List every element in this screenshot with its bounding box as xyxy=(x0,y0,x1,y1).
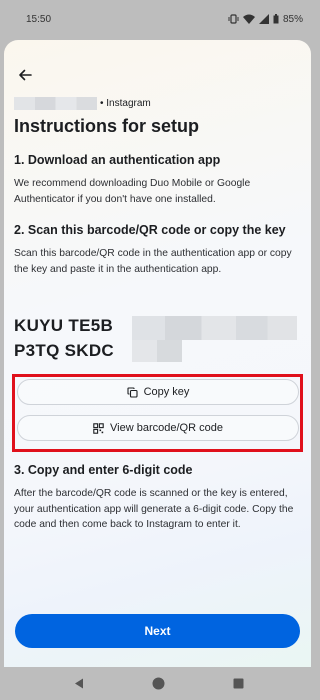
setup-key-line-1: KUYU TE5B xyxy=(14,316,114,335)
view-qr-code-button[interactable]: View barcode/QR code xyxy=(17,415,299,441)
status-time: 15:50 xyxy=(26,13,52,25)
nav-recents-button[interactable] xyxy=(226,667,250,700)
setup-key: KUYU TE5B P3TQ SKDC xyxy=(14,316,304,364)
setup-key-line-2: P3TQ SKDC xyxy=(14,341,114,360)
step-3-heading: 3. Copy and enter 6-digit code xyxy=(14,463,193,477)
step-1-body: We recommend downloading Duo Mobile or G… xyxy=(14,178,251,205)
copy-icon xyxy=(127,386,138,398)
account-row: • Instagram xyxy=(14,96,151,110)
redacted-username xyxy=(14,96,97,110)
nav-home-icon xyxy=(152,677,164,690)
setup-sheet: • Instagram Instructions for setup 1. Do… xyxy=(4,40,311,667)
account-app-label: • Instagram xyxy=(100,97,151,109)
next-label: Next xyxy=(144,624,171,638)
vibrate-icon xyxy=(228,14,239,24)
step-2-body: Scan this barcode/QR code in the authent… xyxy=(14,248,292,275)
next-button[interactable]: Next xyxy=(15,614,300,648)
battery-level: 85% xyxy=(282,13,303,25)
copy-key-button[interactable]: Copy key xyxy=(17,379,299,405)
status-bar: 15:50 85% xyxy=(0,0,315,38)
battery-icon xyxy=(273,14,279,24)
nav-back-icon xyxy=(75,678,83,689)
page-title: Instructions for setup xyxy=(14,116,200,136)
nav-back-button[interactable] xyxy=(67,667,91,700)
signal-icon xyxy=(258,14,269,24)
step-1-heading: 1. Download an authentication app xyxy=(14,153,221,167)
copy-key-label: Copy key xyxy=(143,386,190,398)
step-3-body: After the barcode/QR code is scanned or … xyxy=(14,488,294,530)
qr-code-icon xyxy=(93,422,104,434)
status-icons: 85% xyxy=(228,14,303,25)
back-button[interactable] xyxy=(14,64,36,86)
step-2-heading: 2. Scan this barcode/QR code or copy the… xyxy=(14,223,286,237)
view-qr-code-label: View barcode/QR code xyxy=(110,422,223,434)
redacted-key-part-1 xyxy=(132,316,297,340)
system-nav-bar xyxy=(0,667,315,700)
nav-recents-icon xyxy=(233,678,243,689)
back-arrow-icon xyxy=(19,69,32,81)
nav-home-button[interactable] xyxy=(146,667,170,700)
wifi-icon xyxy=(242,14,255,24)
redacted-key-part-2 xyxy=(132,340,182,362)
